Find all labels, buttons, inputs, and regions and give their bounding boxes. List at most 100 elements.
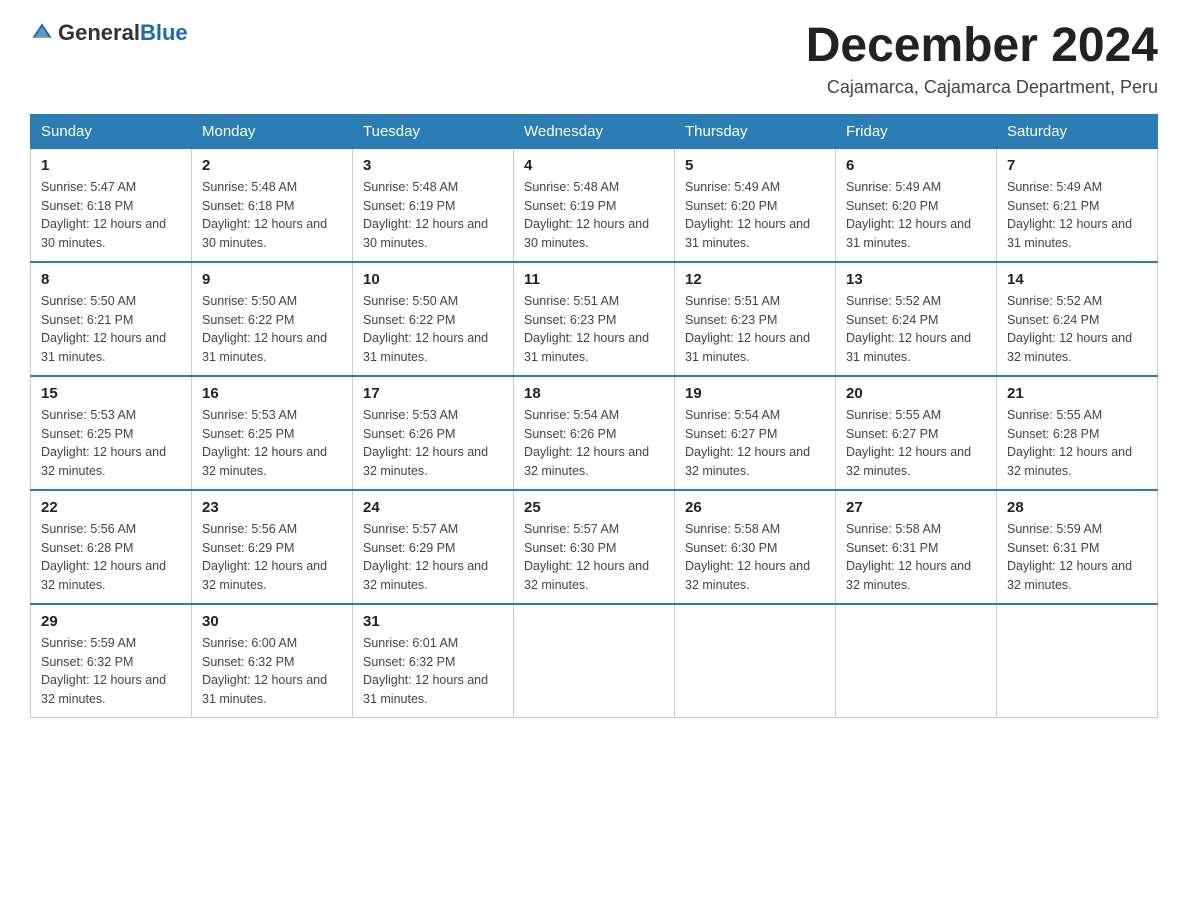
day-info: Sunrise: 5:56 AM Sunset: 6:28 PM Dayligh… xyxy=(41,520,181,595)
table-row: 6 Sunrise: 5:49 AM Sunset: 6:20 PM Dayli… xyxy=(836,148,997,262)
calendar-week-row: 15 Sunrise: 5:53 AM Sunset: 6:25 PM Dayl… xyxy=(31,376,1158,490)
table-row: 15 Sunrise: 5:53 AM Sunset: 6:25 PM Dayl… xyxy=(31,376,192,490)
table-row: 8 Sunrise: 5:50 AM Sunset: 6:21 PM Dayli… xyxy=(31,262,192,376)
header-thursday: Thursday xyxy=(675,114,836,148)
calendar-header-row: Sunday Monday Tuesday Wednesday Thursday… xyxy=(31,114,1158,148)
table-row: 4 Sunrise: 5:48 AM Sunset: 6:19 PM Dayli… xyxy=(514,148,675,262)
day-number: 29 xyxy=(41,613,181,630)
day-info: Sunrise: 5:47 AM Sunset: 6:18 PM Dayligh… xyxy=(41,178,181,253)
table-row: 31 Sunrise: 6:01 AM Sunset: 6:32 PM Dayl… xyxy=(353,604,514,718)
day-info: Sunrise: 5:53 AM Sunset: 6:26 PM Dayligh… xyxy=(363,406,503,481)
table-row: 18 Sunrise: 5:54 AM Sunset: 6:26 PM Dayl… xyxy=(514,376,675,490)
table-row: 26 Sunrise: 5:58 AM Sunset: 6:30 PM Dayl… xyxy=(675,490,836,604)
day-number: 7 xyxy=(1007,157,1147,174)
table-row xyxy=(514,604,675,718)
day-number: 22 xyxy=(41,499,181,516)
table-row: 17 Sunrise: 5:53 AM Sunset: 6:26 PM Dayl… xyxy=(353,376,514,490)
day-info: Sunrise: 5:57 AM Sunset: 6:29 PM Dayligh… xyxy=(363,520,503,595)
table-row: 5 Sunrise: 5:49 AM Sunset: 6:20 PM Dayli… xyxy=(675,148,836,262)
day-number: 2 xyxy=(202,157,342,174)
day-number: 5 xyxy=(685,157,825,174)
day-number: 30 xyxy=(202,613,342,630)
calendar-table: Sunday Monday Tuesday Wednesday Thursday… xyxy=(30,114,1158,718)
day-info: Sunrise: 5:49 AM Sunset: 6:20 PM Dayligh… xyxy=(846,178,986,253)
table-row: 20 Sunrise: 5:55 AM Sunset: 6:27 PM Dayl… xyxy=(836,376,997,490)
table-row: 23 Sunrise: 5:56 AM Sunset: 6:29 PM Dayl… xyxy=(192,490,353,604)
day-info: Sunrise: 5:50 AM Sunset: 6:21 PM Dayligh… xyxy=(41,292,181,367)
day-info: Sunrise: 5:50 AM Sunset: 6:22 PM Dayligh… xyxy=(202,292,342,367)
day-number: 27 xyxy=(846,499,986,516)
table-row: 29 Sunrise: 5:59 AM Sunset: 6:32 PM Dayl… xyxy=(31,604,192,718)
table-row: 19 Sunrise: 5:54 AM Sunset: 6:27 PM Dayl… xyxy=(675,376,836,490)
day-info: Sunrise: 6:00 AM Sunset: 6:32 PM Dayligh… xyxy=(202,634,342,709)
day-info: Sunrise: 5:52 AM Sunset: 6:24 PM Dayligh… xyxy=(1007,292,1147,367)
day-info: Sunrise: 5:54 AM Sunset: 6:27 PM Dayligh… xyxy=(685,406,825,481)
table-row: 25 Sunrise: 5:57 AM Sunset: 6:30 PM Dayl… xyxy=(514,490,675,604)
day-number: 21 xyxy=(1007,385,1147,402)
table-row xyxy=(675,604,836,718)
header-monday: Monday xyxy=(192,114,353,148)
day-number: 13 xyxy=(846,271,986,288)
day-info: Sunrise: 5:54 AM Sunset: 6:26 PM Dayligh… xyxy=(524,406,664,481)
table-row: 27 Sunrise: 5:58 AM Sunset: 6:31 PM Dayl… xyxy=(836,490,997,604)
day-info: Sunrise: 5:50 AM Sunset: 6:22 PM Dayligh… xyxy=(363,292,503,367)
logo-icon xyxy=(30,21,54,45)
logo: GeneralBlue xyxy=(30,20,188,46)
day-number: 1 xyxy=(41,157,181,174)
header-friday: Friday xyxy=(836,114,997,148)
day-number: 26 xyxy=(685,499,825,516)
day-info: Sunrise: 5:53 AM Sunset: 6:25 PM Dayligh… xyxy=(202,406,342,481)
day-number: 16 xyxy=(202,385,342,402)
day-info: Sunrise: 5:59 AM Sunset: 6:31 PM Dayligh… xyxy=(1007,520,1147,595)
day-info: Sunrise: 5:56 AM Sunset: 6:29 PM Dayligh… xyxy=(202,520,342,595)
day-info: Sunrise: 5:48 AM Sunset: 6:18 PM Dayligh… xyxy=(202,178,342,253)
day-number: 15 xyxy=(41,385,181,402)
calendar-week-row: 8 Sunrise: 5:50 AM Sunset: 6:21 PM Dayli… xyxy=(31,262,1158,376)
calendar-week-row: 1 Sunrise: 5:47 AM Sunset: 6:18 PM Dayli… xyxy=(31,148,1158,262)
table-row: 30 Sunrise: 6:00 AM Sunset: 6:32 PM Dayl… xyxy=(192,604,353,718)
day-info: Sunrise: 5:49 AM Sunset: 6:21 PM Dayligh… xyxy=(1007,178,1147,253)
day-info: Sunrise: 5:58 AM Sunset: 6:31 PM Dayligh… xyxy=(846,520,986,595)
day-info: Sunrise: 5:52 AM Sunset: 6:24 PM Dayligh… xyxy=(846,292,986,367)
table-row xyxy=(836,604,997,718)
table-row: 11 Sunrise: 5:51 AM Sunset: 6:23 PM Dayl… xyxy=(514,262,675,376)
table-row: 12 Sunrise: 5:51 AM Sunset: 6:23 PM Dayl… xyxy=(675,262,836,376)
day-number: 12 xyxy=(685,271,825,288)
day-info: Sunrise: 5:51 AM Sunset: 6:23 PM Dayligh… xyxy=(685,292,825,367)
table-row: 2 Sunrise: 5:48 AM Sunset: 6:18 PM Dayli… xyxy=(192,148,353,262)
header-wednesday: Wednesday xyxy=(514,114,675,148)
day-number: 25 xyxy=(524,499,664,516)
day-info: Sunrise: 5:48 AM Sunset: 6:19 PM Dayligh… xyxy=(524,178,664,253)
table-row: 16 Sunrise: 5:53 AM Sunset: 6:25 PM Dayl… xyxy=(192,376,353,490)
table-row: 22 Sunrise: 5:56 AM Sunset: 6:28 PM Dayl… xyxy=(31,490,192,604)
table-row: 7 Sunrise: 5:49 AM Sunset: 6:21 PM Dayli… xyxy=(997,148,1158,262)
day-info: Sunrise: 5:59 AM Sunset: 6:32 PM Dayligh… xyxy=(41,634,181,709)
day-info: Sunrise: 5:51 AM Sunset: 6:23 PM Dayligh… xyxy=(524,292,664,367)
logo-text-general: General xyxy=(58,20,140,45)
day-info: Sunrise: 5:55 AM Sunset: 6:28 PM Dayligh… xyxy=(1007,406,1147,481)
day-number: 17 xyxy=(363,385,503,402)
table-row xyxy=(997,604,1158,718)
table-row: 14 Sunrise: 5:52 AM Sunset: 6:24 PM Dayl… xyxy=(997,262,1158,376)
day-number: 19 xyxy=(685,385,825,402)
table-row: 28 Sunrise: 5:59 AM Sunset: 6:31 PM Dayl… xyxy=(997,490,1158,604)
day-info: Sunrise: 5:58 AM Sunset: 6:30 PM Dayligh… xyxy=(685,520,825,595)
table-row: 9 Sunrise: 5:50 AM Sunset: 6:22 PM Dayli… xyxy=(192,262,353,376)
day-info: Sunrise: 6:01 AM Sunset: 6:32 PM Dayligh… xyxy=(363,634,503,709)
page-header: GeneralBlue December 2024 Cajamarca, Caj… xyxy=(30,20,1158,98)
month-title: December 2024 xyxy=(806,20,1158,73)
day-number: 4 xyxy=(524,157,664,174)
day-number: 31 xyxy=(363,613,503,630)
day-number: 20 xyxy=(846,385,986,402)
table-row: 13 Sunrise: 5:52 AM Sunset: 6:24 PM Dayl… xyxy=(836,262,997,376)
table-row: 1 Sunrise: 5:47 AM Sunset: 6:18 PM Dayli… xyxy=(31,148,192,262)
day-number: 24 xyxy=(363,499,503,516)
day-number: 3 xyxy=(363,157,503,174)
day-info: Sunrise: 5:49 AM Sunset: 6:20 PM Dayligh… xyxy=(685,178,825,253)
day-number: 11 xyxy=(524,271,664,288)
header-tuesday: Tuesday xyxy=(353,114,514,148)
header-saturday: Saturday xyxy=(997,114,1158,148)
day-number: 18 xyxy=(524,385,664,402)
table-row: 24 Sunrise: 5:57 AM Sunset: 6:29 PM Dayl… xyxy=(353,490,514,604)
day-info: Sunrise: 5:53 AM Sunset: 6:25 PM Dayligh… xyxy=(41,406,181,481)
